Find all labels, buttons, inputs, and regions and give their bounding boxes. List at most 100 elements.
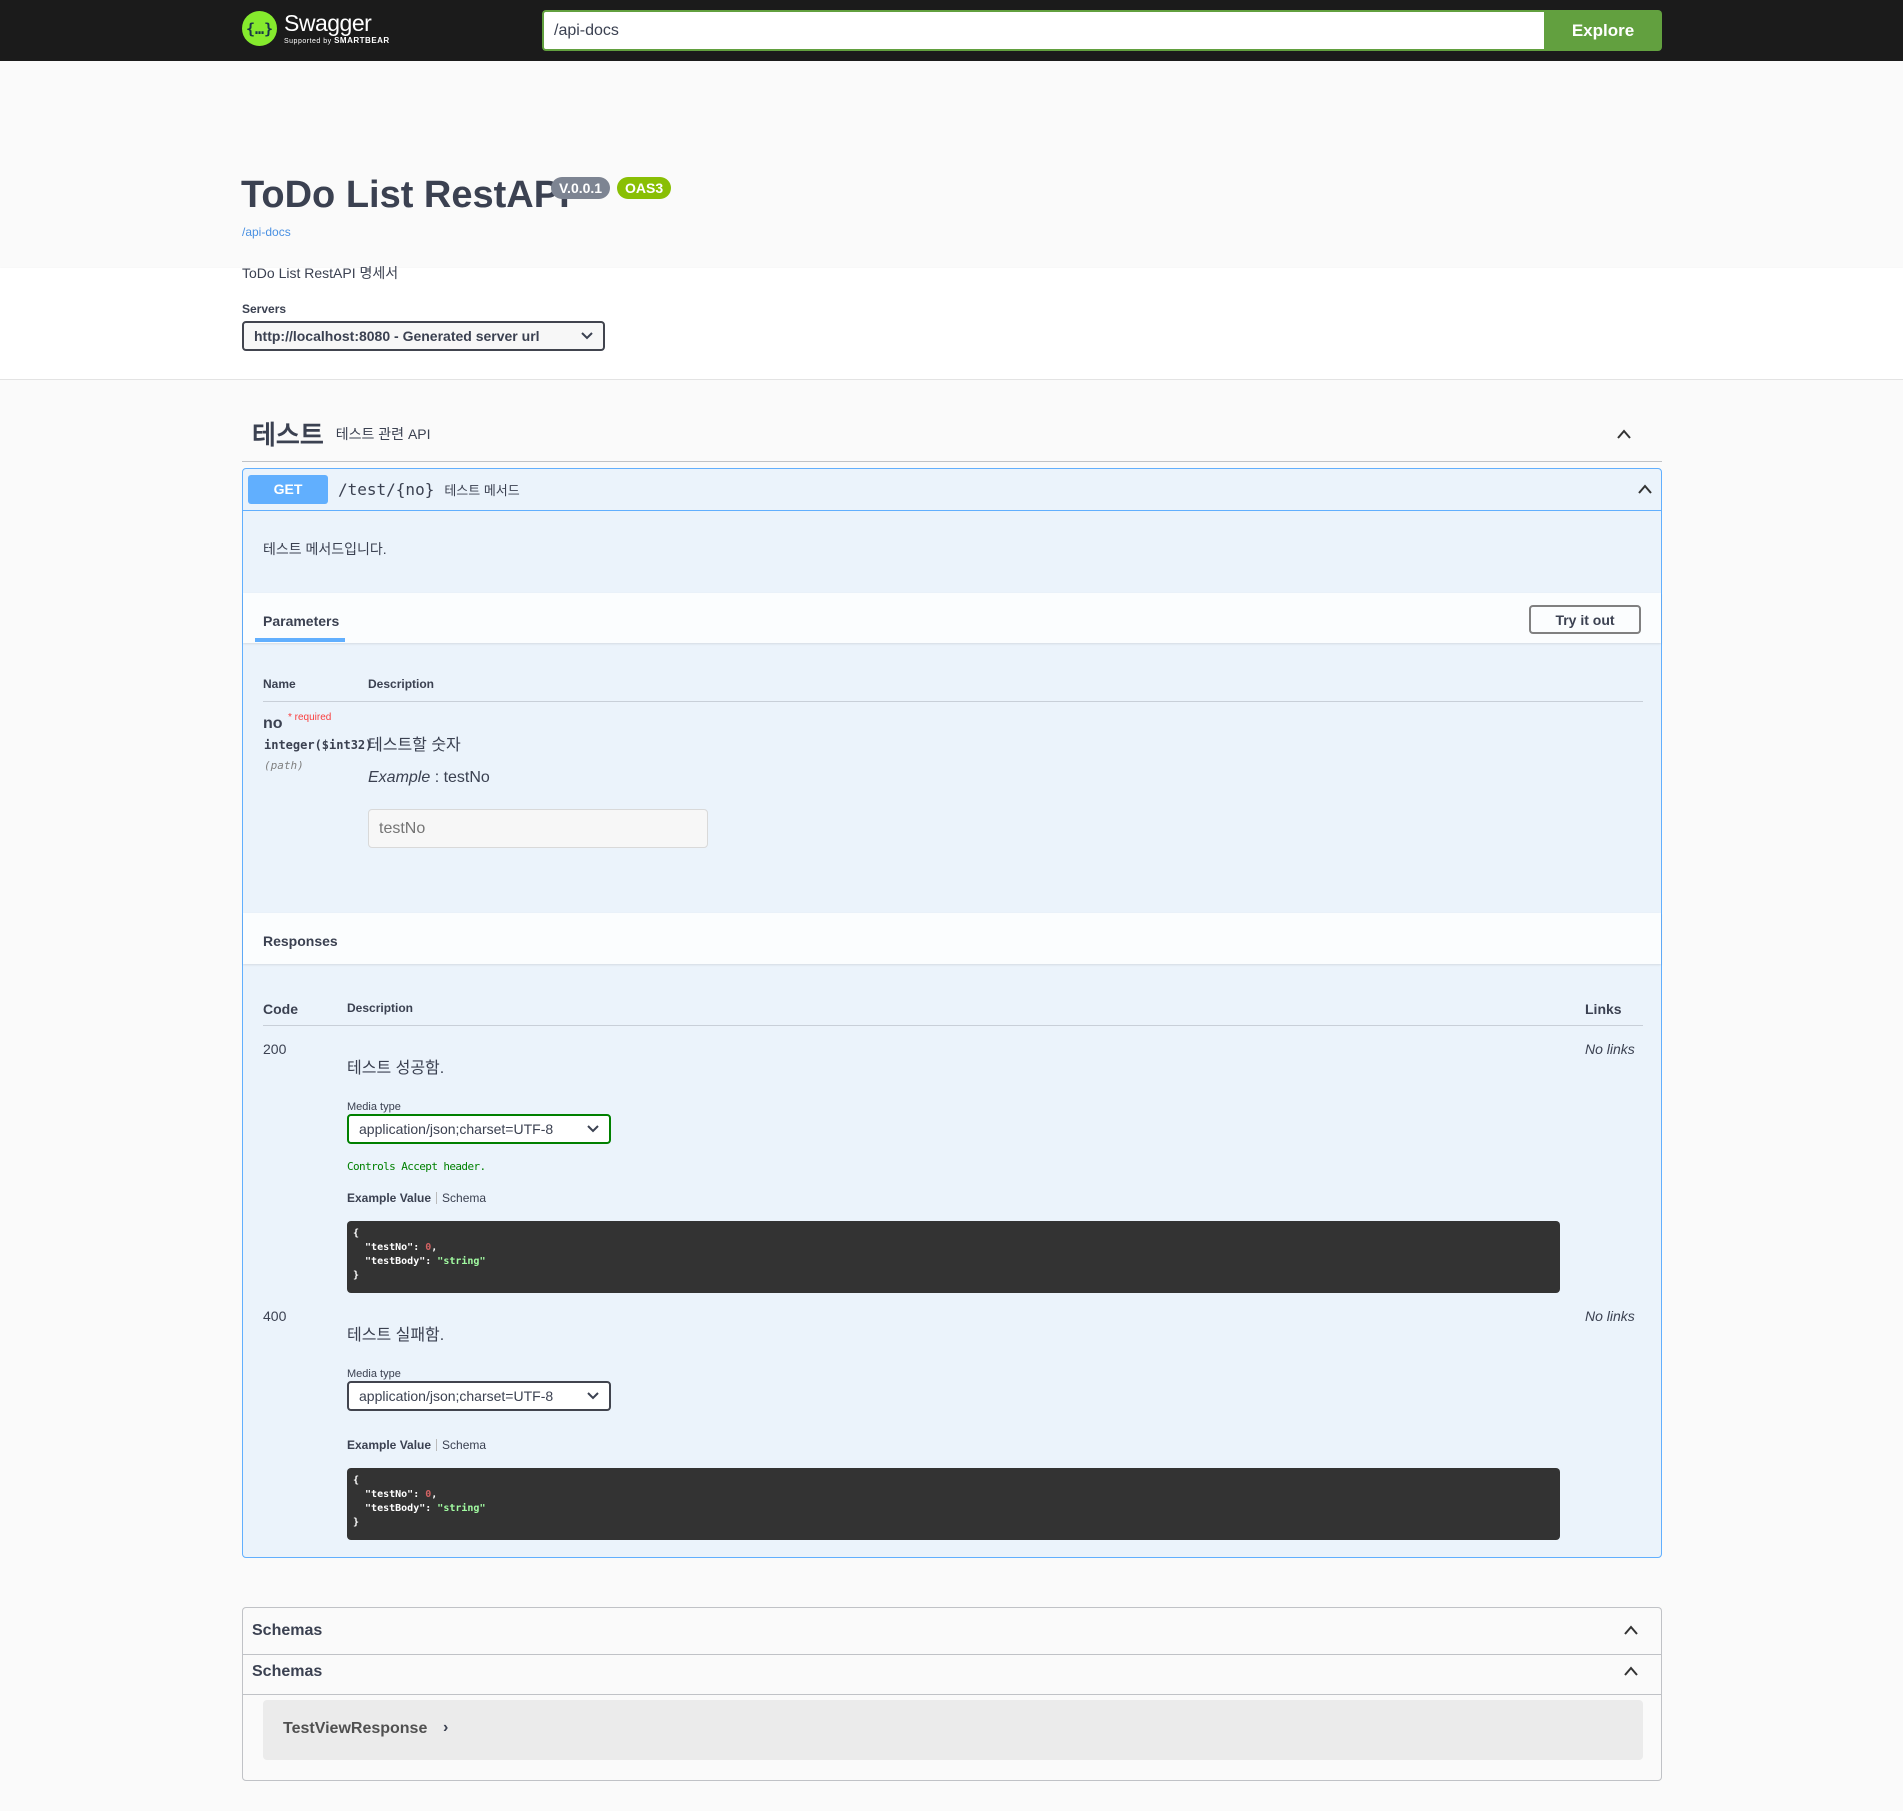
operation-summary[interactable]: GET /test/{no} 테스트 메서드 [243,469,1661,511]
chevron-up-icon[interactable] [1637,481,1653,497]
response-links: No links [1585,1041,1635,1057]
logo-sub-brand: SMARTBEAR [334,36,390,45]
json-close: } [353,1517,360,1528]
controls-accept-note: Controls Accept header. [347,1160,486,1173]
resp-col-description: Description [347,1001,414,1015]
media-type-label: Media type [347,1368,401,1380]
divider [263,1025,1643,1026]
param-example-label: Example [368,769,431,786]
resp-col-code: Code [263,1001,298,1017]
swagger-logo[interactable]: {…} Swagger Supported by SMARTBEAR [242,11,390,46]
param-example-value: : testNo [430,769,490,786]
try-it-out-button[interactable]: Try it out [1529,605,1641,634]
param-description: 테스트할 숫자 [368,737,461,754]
tag-description: 테스트 관련 API [335,425,431,442]
example-code-block: { "testNo": 0, "testBody": "string" } [347,1221,1560,1293]
tab-schema[interactable]: Schema [442,1191,486,1205]
chevron-up-icon[interactable] [1623,1622,1639,1638]
response-code: 400 [263,1308,287,1324]
response-description: 테스트 성공함. [347,1060,445,1077]
version-badge: V.0.0.1 [551,177,611,199]
json-close: } [353,1270,360,1281]
response-code: 200 [263,1041,287,1057]
param-name: no [263,715,283,732]
method-badge: GET [248,475,328,504]
json-key: "testNo": [353,1489,426,1500]
operations-area: 테스트 테스트 관련 API GET /test/{no} 테스트 메서드 테스… [0,380,1903,1811]
tab-parameters[interactable]: Parameters [263,613,339,629]
json-comma: , [431,1489,438,1500]
operation-description: 테스트 메서드입니다. [263,541,387,557]
explore-button[interactable]: Explore [1544,10,1662,51]
json-string: "string" [437,1256,486,1267]
tab-example-value[interactable]: Example Value [347,1438,431,1452]
operation-summary-text: 테스트 메서드 [444,483,520,498]
api-docs-link[interactable]: /api-docs [242,225,291,239]
media-type-label: Media type [347,1101,401,1113]
resp-col-links: Links [1585,1001,1622,1017]
servers-label: Servers [242,302,287,316]
parameters-header: Parameters Try it out [243,593,1661,643]
divider [263,701,1643,702]
api-url-input[interactable] [542,10,1545,51]
json-key: "testBody": [353,1256,438,1267]
schemas-subtitle: Schemas [252,1663,323,1680]
example-tabs: Example Value Schema [347,1438,486,1452]
media-type-select[interactable]: application/json;charset=UTF-8 [347,1381,611,1411]
responses-header: Responses [243,913,1661,964]
media-type-value: application/json;charset=UTF-8 [359,1120,554,1137]
schemas-section: Schemas Schemas TestViewResponse › [242,1607,1662,1781]
operation-block-get: GET /test/{no} 테스트 메서드 테스트 메서드입니다. Param… [242,468,1662,1558]
tag-name: 테스트 [252,420,324,450]
param-col-description: Description [368,677,435,691]
chevron-up-icon[interactable] [1623,1663,1639,1679]
param-required: * required [288,712,332,723]
tab-example-value[interactable]: Example Value [347,1191,431,1205]
server-select[interactable]: http://localhost:8080 - Generated server… [242,321,605,351]
operation-path: /test/{no} [338,480,435,499]
media-type-select[interactable]: application/json;charset=UTF-8 [347,1114,611,1144]
json-key: "testNo": [353,1242,426,1253]
tab-underline [255,638,345,642]
example-tabs: Example Value Schema [347,1191,486,1205]
chevron-up-icon[interactable] [1616,426,1632,442]
json-string: "string" [437,1503,486,1514]
page-title: ToDo List RestAPI [241,174,570,216]
tab-separator [436,1439,438,1451]
chevron-down-icon [587,1392,599,1400]
response-links: No links [1585,1308,1635,1324]
tab-separator [436,1192,438,1204]
tab-schema[interactable]: Schema [442,1438,486,1452]
model-item[interactable]: TestViewResponse › [263,1700,1643,1760]
top-bar: {…} Swagger Supported by SMARTBEAR Explo… [0,0,1903,61]
schemas-title: Schemas [252,1622,323,1639]
param-example: Example : testNo [368,769,490,787]
chevron-down-icon [581,332,593,340]
model-name: TestViewResponse [283,1720,428,1737]
response-description: 테스트 실패함. [347,1327,445,1344]
example-code-block: { "testNo": 0, "testBody": "string" } [347,1468,1560,1540]
param-location: (path) [264,759,304,772]
param-value-input[interactable] [368,809,708,848]
json-comma: , [431,1242,438,1253]
param-col-name: Name [263,677,296,691]
json-key: "testBody": [353,1503,438,1514]
logo-name: Swagger [284,10,372,36]
param-type: integer($int32) [264,738,373,752]
info-section: ToDo List RestAPI V.0.0.1 OAS3 /api-docs… [0,61,1903,281]
schemas-header[interactable]: Schemas [243,1608,1661,1655]
schemas-subheader[interactable]: Schemas [243,1655,1661,1695]
json-open: { [353,1228,360,1239]
logo-sub: Supported by SMARTBEAR [284,36,390,46]
responses-title: Responses [263,933,338,949]
logo-sub-prefix: Supported by [284,38,335,45]
json-open: { [353,1475,360,1486]
chevron-right-icon: › [443,1719,449,1736]
media-type-value: application/json;charset=UTF-8 [359,1387,554,1404]
oas-badge: OAS3 [617,177,672,199]
logo-text: Swagger Supported by SMARTBEAR [284,10,390,46]
swagger-logo-icon: {…} [242,11,277,46]
server-select-value: http://localhost:8080 - Generated server… [254,327,540,344]
chevron-down-icon [587,1125,599,1133]
tag-section-header[interactable]: 테스트 테스트 관련 API [242,406,1662,462]
